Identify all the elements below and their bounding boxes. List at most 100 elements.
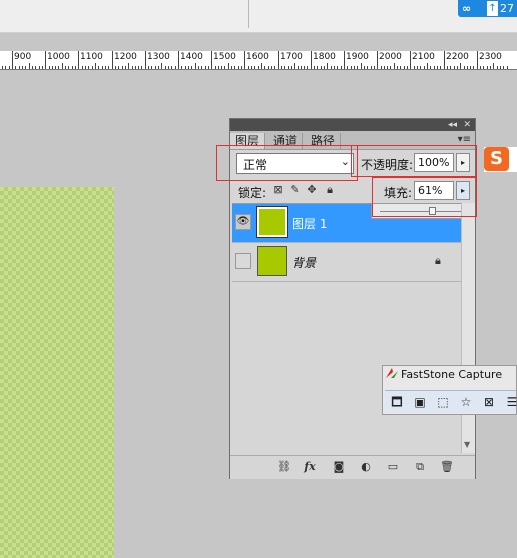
- ruler-tick: [434, 66, 435, 69]
- ruler-tick: [473, 66, 474, 69]
- ruler-tick: [397, 66, 398, 69]
- ruler-tick: [288, 66, 289, 69]
- capture-fullscreen-icon[interactable]: ⊠: [481, 394, 497, 410]
- lock-transparency-icon[interactable]: ⊠: [272, 184, 284, 196]
- fx-icon[interactable]: fx: [302, 460, 318, 474]
- ruler-tick: [337, 66, 338, 69]
- ruler-tick: [271, 66, 272, 69]
- ruler-tick: [138, 66, 139, 69]
- layer-name[interactable]: 图层 1: [292, 215, 327, 232]
- ruler-label: 2200: [446, 52, 469, 62]
- ruler-tick: [460, 63, 461, 69]
- adjustment-icon[interactable]: ◐: [358, 460, 374, 474]
- ruler-tick: [208, 66, 209, 69]
- faststone-capture-toolbar[interactable]: FastStone Capture 🗖︎ ▣ ⬚ ☆ ⊠ ☰: [382, 365, 517, 415]
- ruler-tick: [201, 66, 202, 69]
- ruler-tick: [52, 66, 53, 69]
- ruler-tick: [450, 66, 451, 69]
- panel-titlebar[interactable]: ◂◂ ✕: [230, 119, 475, 131]
- lock-all-icon[interactable]: 🔒︎: [324, 184, 336, 196]
- collapse-icon[interactable]: ◂◂: [448, 119, 457, 131]
- ruler-tick: [367, 66, 368, 69]
- ruler-tick: [238, 66, 239, 69]
- ruler-tick: [444, 51, 445, 69]
- ruler-tick: [407, 66, 408, 69]
- ruler-tick: [62, 63, 63, 69]
- ruler-tick: [145, 51, 146, 69]
- ruler-tick: [351, 66, 352, 69]
- visibility-toggle[interactable]: [235, 253, 251, 269]
- ruler-tick: [88, 66, 89, 69]
- capture-window-object-icon[interactable]: ▣: [412, 394, 428, 410]
- ruler-tick: [234, 66, 235, 69]
- lock-move-icon[interactable]: ✥: [306, 184, 318, 196]
- ruler-tick: [507, 66, 508, 69]
- panel-menu-icon[interactable]: ▾≡: [458, 134, 471, 145]
- horizontal-ruler[interactable]: 900 1000 1100 1200 1300 1400 1500 1600 1700 1800 1…: [0, 51, 517, 70]
- infinity-icon: ∞: [462, 2, 472, 15]
- capture-freehand-icon[interactable]: ☆: [458, 394, 474, 410]
- capture-active-window-icon[interactable]: 🗖︎: [389, 394, 405, 410]
- ruler-tick: [55, 66, 56, 69]
- ruler-label: 2000: [379, 52, 402, 62]
- ruler-label: 1700: [280, 52, 303, 62]
- lock-paint-icon[interactable]: ✎: [289, 184, 301, 196]
- ruler-label: 2100: [412, 52, 435, 62]
- mask-icon[interactable]: ◙: [331, 460, 347, 474]
- capture-scrolling-icon[interactable]: ☰: [504, 394, 517, 410]
- canvas-document[interactable]: [0, 187, 114, 558]
- ruler-tick: [42, 66, 43, 69]
- ruler-tick: [258, 66, 259, 69]
- ruler-tick: [347, 66, 348, 69]
- eye-icon[interactable]: 👁︎: [235, 214, 251, 230]
- highlight-blend-mode: [216, 145, 358, 181]
- ruler-tick: [165, 66, 166, 69]
- new-layer-icon[interactable]: ⧉: [412, 460, 428, 474]
- ruler-tick: [161, 63, 162, 69]
- ruler-tick: [327, 63, 328, 69]
- lock-label: 锁定:: [238, 186, 267, 200]
- ruler-tick: [92, 66, 93, 69]
- layer-name[interactable]: 背景: [292, 254, 316, 271]
- ruler-tick: [168, 66, 169, 69]
- faststone-logo-icon: [386, 368, 398, 378]
- ruler-tick: [58, 66, 59, 69]
- scroll-down-icon[interactable]: ▼: [464, 440, 470, 449]
- ruler-tick: [254, 66, 255, 69]
- faststone-title[interactable]: FastStone Capture: [386, 368, 502, 381]
- ruler-tick: [344, 51, 345, 69]
- ruler-tick: [112, 51, 113, 69]
- folder-icon[interactable]: ▭: [385, 460, 401, 474]
- capture-rectangle-icon[interactable]: ⬚: [435, 394, 451, 410]
- sogou-ime-badge[interactable]: S: [484, 147, 517, 172]
- upload-arrow-icon: ↑: [487, 1, 498, 16]
- ruler-tick: [221, 66, 222, 69]
- ruler-label: 1100: [80, 52, 103, 62]
- ruler-tick: [244, 51, 245, 69]
- layer-row-background[interactable]: 背景 🔒︎: [232, 243, 461, 282]
- ruler-tick: [394, 63, 395, 69]
- ruler-tick: [251, 66, 252, 69]
- layers-scrollbar[interactable]: ▼: [461, 203, 475, 453]
- ruler-tick: [447, 66, 448, 69]
- ruler-tick: [98, 66, 99, 69]
- ruler-tick: [410, 51, 411, 69]
- ruler-tick: [298, 66, 299, 69]
- ruler-tick: [454, 66, 455, 69]
- ruler-tick: [477, 51, 478, 69]
- ruler-tick: [108, 66, 109, 69]
- ruler-tick: [374, 66, 375, 69]
- ruler-tick: [198, 66, 199, 69]
- highlight-opacity: [351, 145, 477, 177]
- ruler-tick: [390, 66, 391, 69]
- trash-icon[interactable]: 🗑︎: [439, 460, 455, 474]
- ruler-tick: [317, 66, 318, 69]
- ruler-tick: [135, 66, 136, 69]
- ruler-label: 1800: [313, 52, 336, 62]
- ruler-tick: [371, 66, 372, 69]
- close-icon[interactable]: ✕: [463, 119, 471, 131]
- link-icon[interactable]: ⛓: [276, 460, 292, 474]
- notification-badge[interactable]: ∞ ↑ 27: [458, 0, 517, 17]
- ruler-tick: [424, 66, 425, 69]
- ruler-tick: [155, 66, 156, 69]
